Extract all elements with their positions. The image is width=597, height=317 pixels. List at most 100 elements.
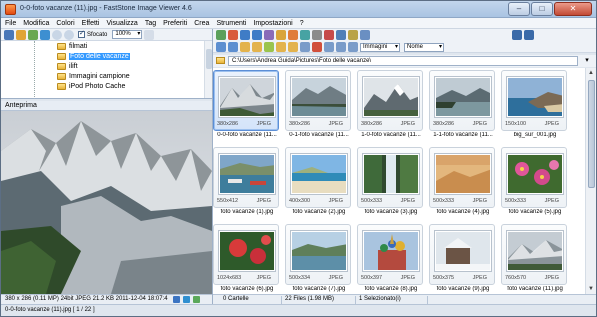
path-input[interactable]: C:\Users\Andrea Guida\Pictures\Foto dell… — [228, 56, 578, 66]
thumbnail-frame[interactable]: 500x375 JPEG — [429, 224, 495, 285]
thumbnail-item[interactable]: 500x333 JPEG foto vacanze (4).jpg — [429, 145, 499, 220]
menu-help[interactable]: ? — [300, 20, 304, 27]
back-icon[interactable] — [216, 42, 226, 52]
tree-item-ilift[interactable]: ilift — [57, 62, 78, 71]
sort-select[interactable]: Nome — [404, 42, 444, 52]
thumb-size-icon[interactable] — [324, 42, 334, 52]
info-icon[interactable] — [173, 296, 180, 303]
chevron-down-icon[interactable]: ▾ — [582, 56, 592, 66]
thumbnail-frame[interactable]: 500x333 JPEG — [429, 147, 495, 208]
details-icon[interactable] — [336, 42, 346, 52]
settings-icon[interactable] — [360, 30, 370, 40]
delete-icon[interactable] — [324, 30, 334, 40]
zoom-select[interactable]: 100% — [112, 30, 143, 39]
view-mode-select[interactable]: Immagini — [360, 42, 400, 52]
thumbnail-frame[interactable]: 500x333 JPEG — [357, 147, 423, 208]
thumbnail-item[interactable]: 760x570 JPEG foto vacanze (11).jpg — [501, 222, 571, 294]
thumbnail-filename[interactable]: 1-1-foto vacanze (11... — [429, 132, 497, 138]
scroll-down-icon[interactable]: ▼ — [586, 284, 596, 294]
forward-icon[interactable] — [228, 42, 238, 52]
thumbnail-image[interactable] — [507, 231, 563, 271]
thumbnail-frame[interactable]: 1024x683 JPEG — [213, 224, 279, 285]
thumbnail-frame[interactable]: 380x286 JPEG — [213, 70, 279, 131]
redeye-icon[interactable] — [288, 30, 298, 40]
thumbnail-item[interactable]: 500x375 JPEG foto vacanze (9).jpg — [429, 222, 499, 294]
thumbnail-image[interactable] — [507, 154, 563, 194]
tree-item-ipod-photo-cache[interactable]: iPod Photo Cache — [57, 82, 125, 91]
fullscreen-icon[interactable] — [216, 30, 226, 40]
thumbnail-image[interactable] — [291, 77, 347, 117]
thumbnail-frame[interactable]: 400x300 JPEG — [285, 147, 351, 208]
thumbnail-item[interactable]: 500x397 JPEG foto vacanze (8).jpg — [357, 222, 427, 294]
folder-tree[interactable]: filmati Foto delle vacanze ilift Immagin… — [1, 41, 212, 99]
scroll-up-icon[interactable]: ▲ — [586, 68, 596, 78]
thumbnail-image[interactable] — [363, 231, 419, 271]
thumbnail-item[interactable]: 500x334 JPEG foto vacanze (7).jpg — [285, 222, 355, 294]
thumbnail-frame[interactable]: 760x570 JPEG — [501, 224, 567, 285]
thumbnail-item[interactable]: 1024x683 JPEG foto vacanze (6).jpg — [213, 222, 283, 294]
menu-colori[interactable]: Colori — [56, 20, 74, 27]
minimize-button[interactable]: – — [508, 2, 530, 16]
thumbnail-filename[interactable]: 0-1-foto vacanze (11... — [285, 132, 353, 138]
menu-modifica[interactable]: Modifica — [23, 20, 49, 27]
menu-effetti[interactable]: Effetti — [82, 20, 100, 27]
thumbnail-filename[interactable]: foto vacanze (4).jpg — [429, 209, 497, 215]
thumbnail-image[interactable] — [507, 77, 563, 117]
pane-splitter[interactable] — [212, 29, 213, 304]
remove-icon[interactable] — [312, 42, 322, 52]
thumbnail-item[interactable]: 380x286 JPEG 1-0-foto vacanze (11... — [357, 68, 427, 143]
parent-folder-icon[interactable] — [240, 42, 250, 52]
tree-scrollbar[interactable] — [204, 41, 212, 98]
smooth-checkbox[interactable] — [78, 29, 85, 38]
thumbnail-frame[interactable]: 380x286 JPEG — [285, 70, 351, 131]
email-send-icon[interactable] — [336, 30, 346, 40]
thumbnail-image[interactable] — [363, 154, 419, 194]
thumbnail-frame[interactable]: 380x286 JPEG — [357, 70, 423, 131]
zoom-out-icon[interactable] — [64, 29, 74, 40]
select-all-icon[interactable] — [300, 42, 310, 52]
tree-item-filmati[interactable]: filmati — [57, 42, 87, 51]
menu-visualizza[interactable]: Visualizza — [106, 20, 137, 27]
resize-icon[interactable] — [264, 30, 274, 40]
thumbnail-image[interactable] — [219, 77, 275, 117]
print-icon[interactable] — [348, 30, 358, 40]
close-button[interactable]: ✕ — [554, 2, 592, 16]
zoom-in-icon[interactable] — [52, 29, 62, 40]
browse-folder-icon[interactable] — [16, 29, 26, 40]
thumbnail-filename[interactable]: foto vacanze (8).jpg — [357, 286, 425, 292]
thumbnail-filename[interactable]: big_sur_001.jpg — [501, 132, 569, 138]
menu-tag[interactable]: Tag — [145, 20, 156, 27]
thumbnail-image[interactable] — [219, 231, 275, 271]
thumbnail-filename[interactable]: foto vacanze (6).jpg — [213, 286, 281, 292]
slideshow-icon[interactable] — [228, 30, 238, 40]
thumbnail-image[interactable] — [219, 154, 275, 194]
scroll-thumb[interactable] — [588, 80, 595, 188]
thumbnail-image[interactable] — [435, 231, 491, 271]
thumbnail-filename[interactable]: foto vacanze (7).jpg — [285, 286, 353, 292]
thumbnail-item[interactable]: 380x286 JPEG 0-0-foto vacanze (11... — [213, 68, 283, 143]
thumbnail-item[interactable]: 500x333 JPEG foto vacanze (5).jpg — [501, 145, 571, 220]
preview-image[interactable] — [1, 111, 212, 294]
thumbnail-image[interactable] — [291, 154, 347, 194]
thumbnail-filename[interactable]: foto vacanze (3).jpg — [357, 209, 425, 215]
thumbnail-item[interactable]: 550x412 JPEG foto vacanze (1).jpg — [213, 145, 283, 220]
list-view-icon[interactable] — [348, 42, 358, 52]
thumbnail-item[interactable]: 380x286 JPEG 1-1-foto vacanze (11... — [429, 68, 499, 143]
resize-preview-icon[interactable] — [193, 296, 200, 303]
colors-icon[interactable] — [300, 30, 310, 40]
layout-alt-icon[interactable] — [524, 30, 534, 40]
tree-item-immagini-campione[interactable]: Immagini campione — [57, 72, 130, 81]
move-to-icon[interactable] — [288, 42, 298, 52]
thumbnail-frame[interactable]: 150x100 JPEG — [501, 70, 567, 131]
thumbnail-frame[interactable]: 500x397 JPEG — [357, 224, 423, 285]
thumbnail-image[interactable] — [435, 154, 491, 194]
thumbnail-frame[interactable]: 500x333 JPEG — [501, 147, 567, 208]
menu-impostazioni[interactable]: Impostazioni — [253, 20, 292, 27]
thumbnail-image[interactable] — [291, 231, 347, 271]
rotate-left-icon[interactable] — [240, 30, 250, 40]
menu-strumenti[interactable]: Strumenti — [216, 20, 246, 27]
app-icon[interactable] — [5, 4, 16, 15]
draw-icon[interactable] — [312, 30, 322, 40]
thumbnail-image[interactable] — [435, 77, 491, 117]
maximize-button[interactable]: □ — [531, 2, 553, 16]
